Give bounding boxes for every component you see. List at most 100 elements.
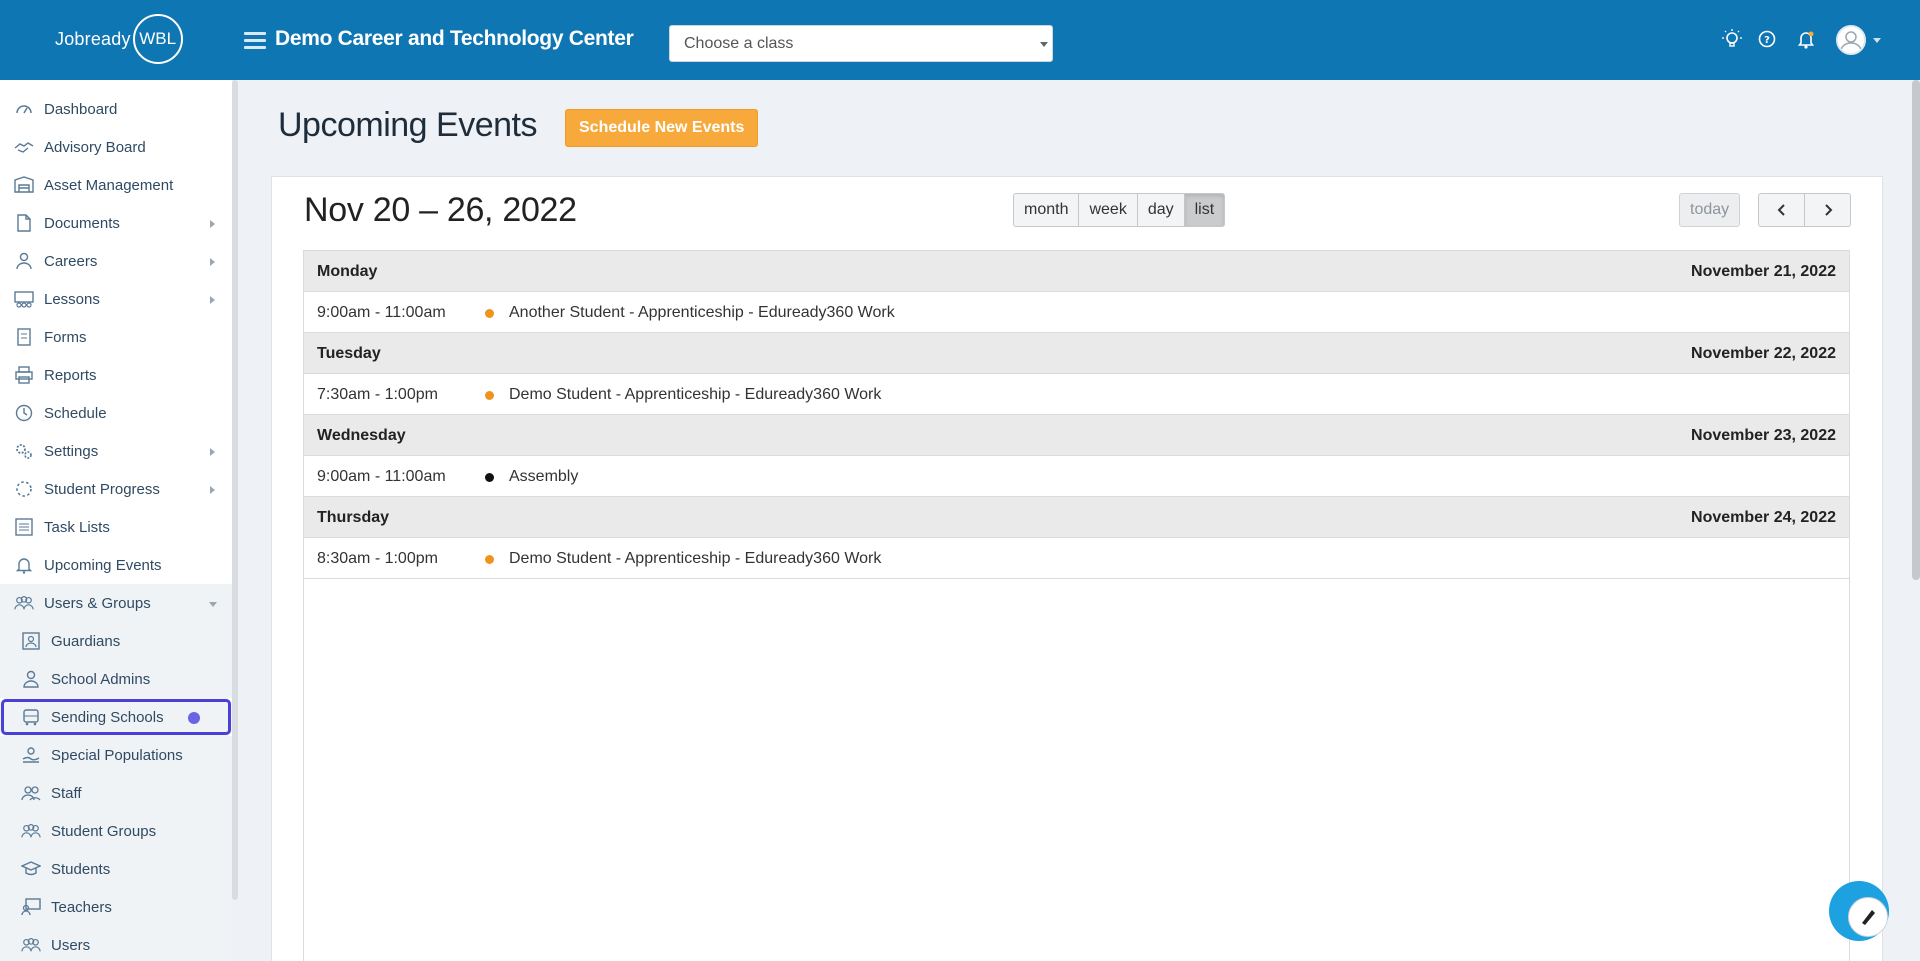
page-title: Upcoming Events <box>278 106 537 144</box>
event-title: Demo Student - Apprenticeship - Eduready… <box>509 550 882 567</box>
event-title: Another Student - Apprenticeship - Edure… <box>509 304 895 321</box>
sidebar-item-student-progress[interactable]: Student Progress <box>0 470 232 508</box>
sidebar-item-forms[interactable]: Forms <box>0 318 232 356</box>
logo-badge: WBL <box>132 14 183 64</box>
clock-icon <box>14 403 34 423</box>
sidebar-item-label: Teachers <box>51 898 112 916</box>
event-row[interactable]: 7:30am - 1:00pm Demo Student - Apprentic… <box>304 374 1849 415</box>
day-date: November 22, 2022 <box>1691 345 1836 362</box>
chevron-down-icon <box>1040 42 1048 47</box>
day-header: Monday November 21, 2022 <box>304 251 1849 292</box>
chevron-right-icon <box>210 448 215 456</box>
sidebar-item-label: Student Progress <box>44 480 160 498</box>
sidebar-item-settings[interactable]: Settings <box>0 432 232 470</box>
event-row[interactable]: 9:00am - 11:00am Another Student - Appre… <box>304 292 1849 333</box>
view-month-button[interactable]: month <box>1013 193 1080 227</box>
sidebar-item-users-groups[interactable]: Users & Groups <box>0 584 232 622</box>
sidebar-item-label: Student Groups <box>51 822 157 840</box>
sidebar-item-label: Forms <box>44 328 87 346</box>
sidebar-item-guardians[interactable]: Guardians <box>0 622 232 660</box>
graduation-cap-icon <box>21 859 41 879</box>
sidebar-item-student-groups[interactable]: Student Groups <box>0 812 232 850</box>
sidebar-item-teachers[interactable]: Teachers <box>0 888 232 926</box>
sidebar-item-schedule[interactable]: Schedule <box>0 394 232 432</box>
help-icon[interactable]: ? <box>1756 28 1778 50</box>
sidebar-item-staff[interactable]: Staff <box>0 774 232 812</box>
document-icon <box>14 213 34 233</box>
menu-toggle-icon[interactable] <box>244 32 266 50</box>
users-icon <box>14 593 34 613</box>
sidebar-item-label: Asset Management <box>44 176 174 194</box>
sidebar-item-label: Lessons <box>44 290 100 308</box>
day-name: Wednesday <box>317 427 406 444</box>
sidebar-item-label: Settings <box>44 442 99 460</box>
sidebar-item-label: Staff <box>51 784 82 802</box>
schedule-new-events-button[interactable]: Schedule New Events <box>565 109 759 147</box>
chevron-right-icon <box>210 220 215 228</box>
app-logo[interactable]: Jobready WBL <box>55 14 183 64</box>
staff-icon <box>21 783 41 803</box>
bell-icon[interactable] <box>1795 28 1817 50</box>
sidebar-item-documents[interactable]: Documents <box>0 204 232 242</box>
event-color-dot <box>485 309 494 318</box>
sidebar-item-label: Users & Groups <box>44 594 151 612</box>
progress-icon <box>14 479 34 499</box>
users-icon <box>21 935 41 955</box>
sidebar-item-students[interactable]: Students <box>0 850 232 888</box>
sidebar-item-label: Special Populations <box>51 746 183 764</box>
sidebar-item-label: Documents <box>44 214 120 232</box>
event-color-dot <box>485 391 494 400</box>
view-week-button[interactable]: week <box>1078 193 1138 227</box>
prev-week-button[interactable] <box>1758 193 1805 227</box>
event-row[interactable]: 9:00am - 11:00am Assembly <box>304 456 1849 497</box>
sidebar-item-school-admins[interactable]: School Admins <box>0 660 232 698</box>
user-menu-chevron-icon[interactable] <box>1873 38 1881 43</box>
sidebar-item-upcoming-events[interactable]: Upcoming Events <box>0 546 232 584</box>
sidebar-item-sending-schools[interactable]: Sending Schools <box>0 698 232 736</box>
event-row[interactable]: 8:30am - 1:00pm Demo Student - Apprentic… <box>304 538 1849 579</box>
sidebar-item-lessons[interactable]: Lessons <box>0 280 232 318</box>
main-content: Upcoming Events Schedule New Events Nov … <box>238 80 1920 961</box>
sidebar-item-label: Dashboard <box>44 100 118 118</box>
sidebar-item-reports[interactable]: Reports <box>0 356 232 394</box>
gears-icon <box>14 441 34 461</box>
lightbulb-icon[interactable] <box>1721 28 1743 50</box>
view-list-button[interactable]: list <box>1183 193 1226 227</box>
day-name: Monday <box>317 263 378 280</box>
sidebar-item-label: Careers <box>44 252 98 270</box>
calendar-panel: Nov 20 – 26, 2022 month week day list to… <box>271 176 1883 961</box>
group-icon <box>21 821 41 841</box>
event-time: 7:30am - 1:00pm <box>317 386 438 403</box>
sidebar-item-users[interactable]: Users <box>0 926 232 961</box>
view-day-button[interactable]: day <box>1136 193 1185 227</box>
sidebar-item-advisory-board[interactable]: Advisory Board <box>0 128 232 166</box>
day-header: Thursday November 24, 2022 <box>304 497 1849 538</box>
chevron-right-icon <box>210 296 215 304</box>
lessons-icon <box>14 289 34 309</box>
user-icon <box>21 669 41 689</box>
calendar-range-title: Nov 20 – 26, 2022 <box>304 191 577 229</box>
top-bar: Jobready WBL Demo Career and Technology … <box>0 0 1920 80</box>
sidebar-item-careers[interactable]: Careers <box>0 242 232 280</box>
organization-title: Demo Career and Technology Center <box>275 27 634 50</box>
user-avatar-icon[interactable] <box>1836 25 1866 55</box>
list-icon <box>14 517 34 537</box>
sidebar-item-task-lists[interactable]: Task Lists <box>0 508 232 546</box>
class-select[interactable]: Choose a class <box>669 25 1053 62</box>
day-date: November 23, 2022 <box>1691 427 1836 444</box>
svg-text:?: ? <box>1764 35 1770 46</box>
calendar-view-switcher: month week day list <box>1013 193 1226 227</box>
next-week-button[interactable] <box>1804 193 1851 227</box>
printer-icon <box>14 365 34 385</box>
sidebar-item-label: Task Lists <box>44 518 110 536</box>
page-scrollbar[interactable] <box>1912 80 1920 580</box>
sidebar-item-label: School Admins <box>51 670 151 688</box>
pen-icon[interactable] <box>1848 897 1888 937</box>
logo-text: Jobready <box>55 28 131 49</box>
sidebar-item-dashboard[interactable]: Dashboard <box>0 90 232 128</box>
event-time: 8:30am - 1:00pm <box>317 550 438 567</box>
dashboard-icon <box>14 99 34 119</box>
sidebar-item-special-populations[interactable]: Special Populations <box>0 736 232 774</box>
sidebar-item-asset-management[interactable]: Asset Management <box>0 166 232 204</box>
today-button[interactable]: today <box>1679 193 1741 227</box>
